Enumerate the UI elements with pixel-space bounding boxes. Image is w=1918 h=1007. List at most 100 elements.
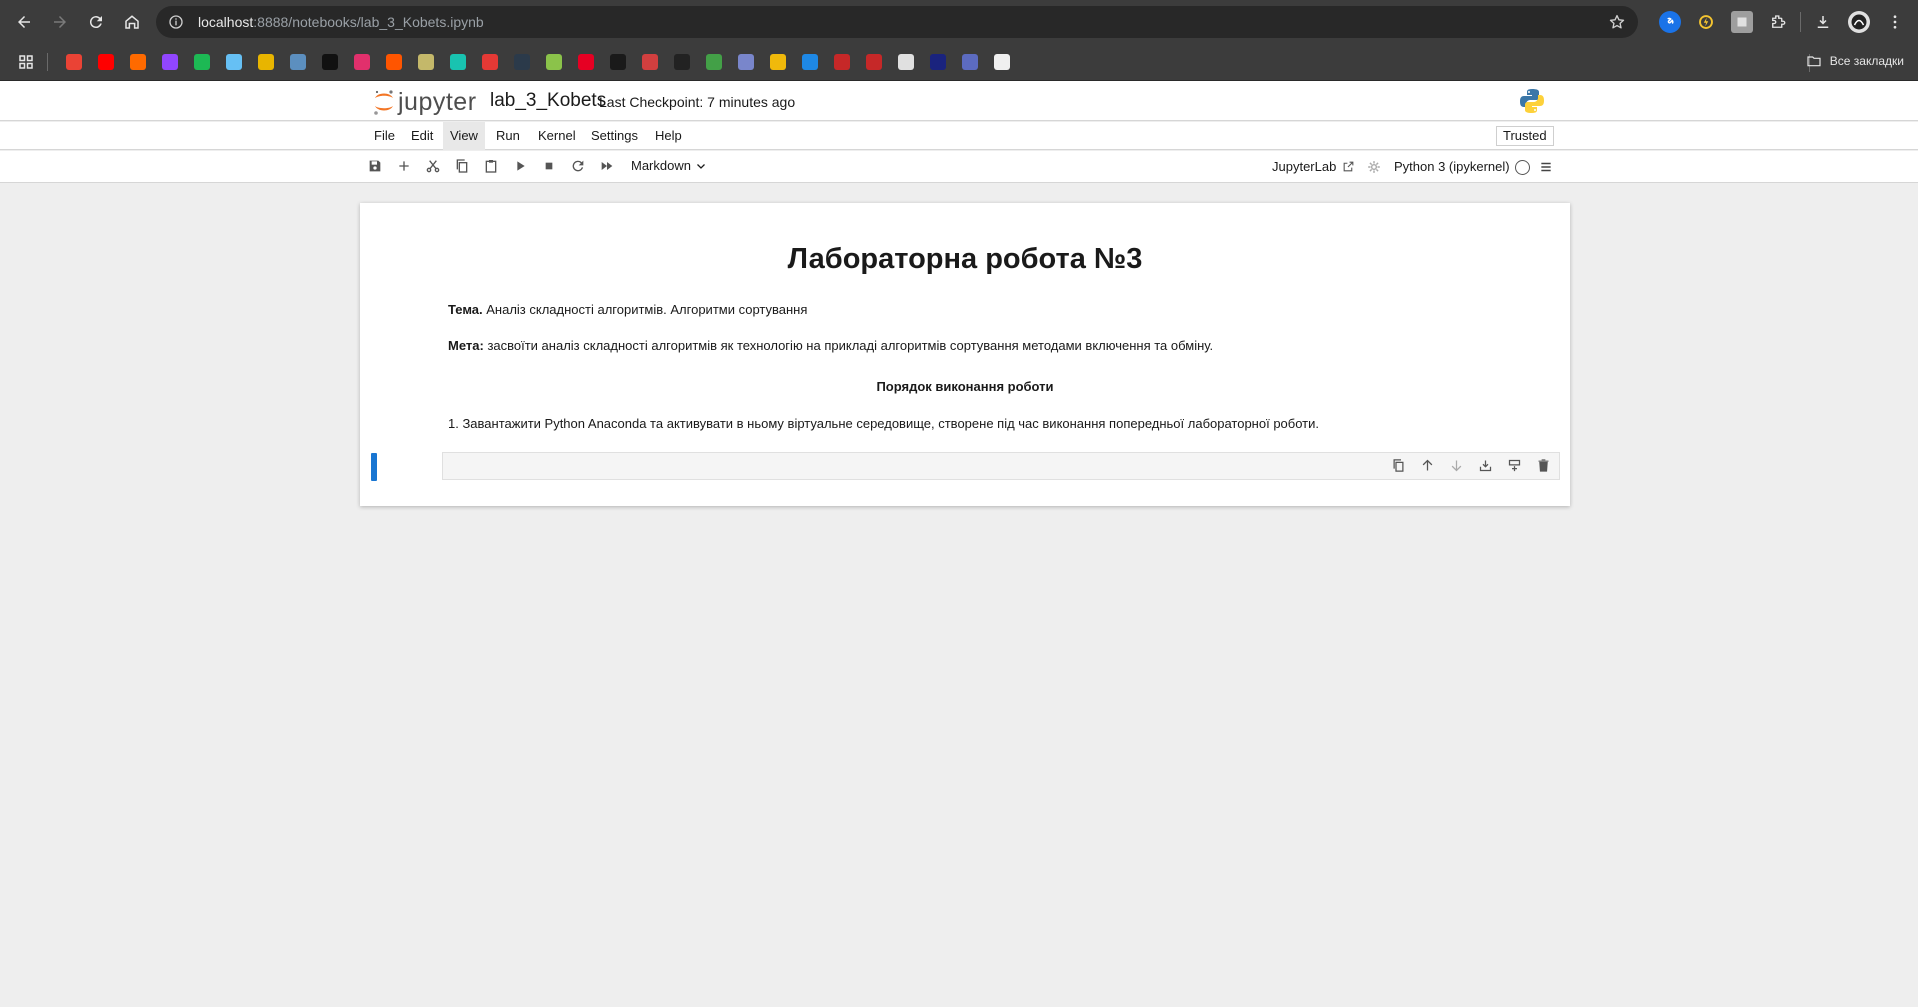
shazam-extension-icon[interactable] [1659, 11, 1681, 33]
back-arrow-icon[interactable] [7, 5, 41, 39]
menu-edit[interactable]: Edit [404, 122, 440, 150]
soundcloud-bookmark-icon[interactable] [386, 54, 402, 70]
cell-type-dropdown[interactable]: Markdown [631, 158, 707, 173]
menu-view[interactable]: View [443, 122, 485, 150]
bookmarks-bar: Все закладки [0, 44, 1918, 81]
pinterest-bookmark-icon[interactable] [578, 54, 594, 70]
bookmark-icon-7[interactable] [258, 54, 274, 70]
cell-type-value: Markdown [631, 158, 691, 173]
apps-grid-icon[interactable] [17, 53, 35, 71]
tiktok-bookmark-icon[interactable] [322, 54, 338, 70]
insert-cell-below-icon[interactable] [1507, 458, 1524, 475]
bookmark-icon-19[interactable] [642, 54, 658, 70]
youtube-bookmark-icon[interactable] [98, 54, 114, 70]
kernel-menu-icon[interactable] [1539, 160, 1553, 174]
add-cell-icon[interactable] [396, 158, 414, 176]
instagram-bookmark-icon[interactable] [354, 54, 370, 70]
spotify-bookmark-icon[interactable] [194, 54, 210, 70]
browser-menu-icon[interactable] [1884, 11, 1906, 33]
external-link-icon [1343, 161, 1354, 172]
move-cell-down-icon[interactable] [1449, 458, 1466, 475]
copy-icon[interactable] [454, 158, 472, 176]
notebook-title[interactable]: lab_3_Kobets [490, 90, 606, 112]
bookmark-icon-16[interactable] [546, 54, 562, 70]
python-kernel-logo-icon [1520, 89, 1544, 113]
bookmark-icon-26[interactable] [866, 54, 882, 70]
bookmark-star-icon[interactable] [1608, 13, 1626, 31]
gmail-bookmark-icon[interactable] [66, 54, 82, 70]
steam-bookmark-icon[interactable] [226, 54, 242, 70]
bookmark-icon-14[interactable] [482, 54, 498, 70]
bookmark-icon-12[interactable] [418, 54, 434, 70]
notebook-toolbar: Markdown JupyterLab Python 3 (ipykernel) [0, 151, 1918, 183]
kernel-status-idle-icon [1515, 160, 1530, 175]
bookmark-icon-22[interactable] [738, 54, 754, 70]
openai-bookmark-icon[interactable] [610, 54, 626, 70]
restart-kernel-icon[interactable] [570, 158, 588, 176]
move-cell-up-icon[interactable] [1420, 458, 1437, 475]
menu-help[interactable]: Help [648, 122, 689, 150]
last-checkpoint: Last Checkpoint: 7 minutes ago [599, 94, 796, 110]
gear-icon[interactable] [1367, 160, 1381, 174]
cell-toolbar [1379, 458, 1553, 475]
download-icon[interactable] [1812, 11, 1834, 33]
interrupt-kernel-icon[interactable] [541, 158, 559, 176]
active-code-cell[interactable] [442, 452, 1560, 480]
jupyter-logo-icon [374, 90, 393, 115]
bookmark-icon-27[interactable] [898, 54, 914, 70]
menu-settings[interactable]: Settings [584, 122, 645, 150]
topic-paragraph: Тема. Аналіз складності алгоритмів. Алго… [448, 302, 807, 317]
url-host: localhost [198, 14, 254, 30]
reload-icon[interactable] [79, 5, 113, 39]
open-jupyterlab-link[interactable]: JupyterLab [1272, 159, 1355, 174]
run-cell-icon[interactable] [512, 158, 530, 176]
cut-icon[interactable] [425, 158, 443, 176]
notebook-header: jupyter lab_3_Kobets Last Checkpoint: 7 … [0, 81, 1918, 121]
bookmark-icon-24[interactable] [802, 54, 818, 70]
kernel-name[interactable]: Python 3 (ipykernel) [1394, 159, 1510, 174]
delete-cell-icon[interactable] [1536, 458, 1553, 475]
bookmark-list [58, 54, 1018, 70]
bookmark-icon-29[interactable] [962, 54, 978, 70]
bookmark-icon-15[interactable] [514, 54, 530, 70]
all-bookmarks-label: Все закладки [1829, 54, 1904, 68]
extensions-puzzle-icon[interactable] [1767, 11, 1789, 33]
bookmark-icon-21[interactable] [706, 54, 722, 70]
folder-icon [1807, 56, 1821, 67]
bookmark-icon-25[interactable] [834, 54, 850, 70]
home-icon[interactable] [115, 5, 149, 39]
chevron-down-icon [697, 163, 705, 169]
extension-icon-3[interactable] [1731, 11, 1753, 33]
insert-cell-above-icon[interactable] [1478, 458, 1495, 475]
bookmark-icon-8[interactable] [290, 54, 306, 70]
menu-kernel[interactable]: Kernel [531, 122, 583, 150]
extension-icon-2[interactable] [1695, 11, 1717, 33]
menu-run[interactable]: Run [489, 122, 527, 150]
menu-file[interactable]: File [367, 122, 402, 150]
trusted-indicator[interactable]: Trusted [1496, 126, 1554, 146]
bookmark-icon-13[interactable] [450, 54, 466, 70]
restart-run-all-icon[interactable] [599, 158, 617, 176]
profile-avatar[interactable] [1848, 11, 1870, 33]
address-bar[interactable]: localhost:8888/notebooks/lab_3_Kobets.ip… [156, 6, 1638, 38]
jupyter-logo[interactable]: jupyter [372, 87, 477, 117]
notebook-panel: Лабораторна робота №3 Тема. Аналіз склад… [360, 203, 1570, 506]
browser-toolbar: localhost:8888/notebooks/lab_3_Kobets.ip… [0, 0, 1918, 44]
paste-icon[interactable] [483, 158, 501, 176]
all-bookmarks-folder[interactable]: Все закладки [1806, 53, 1904, 69]
forward-arrow-icon[interactable] [43, 5, 77, 39]
step-1-text: 1. Завантажити Python Anaconda та активу… [448, 416, 1319, 431]
jupyterlab-label: JupyterLab [1272, 159, 1337, 174]
binance-bookmark-icon[interactable] [770, 54, 786, 70]
save-icon[interactable] [367, 158, 385, 176]
jupyter-wordmark: jupyter [398, 87, 477, 116]
bookmarks-separator [47, 53, 48, 71]
duplicate-cell-icon[interactable] [1391, 458, 1408, 475]
active-cell-marker [371, 453, 377, 481]
site-info-icon[interactable] [168, 14, 184, 30]
github-bookmark-icon[interactable] [994, 54, 1010, 70]
bookmark-icon-3[interactable] [130, 54, 146, 70]
twitch-bookmark-icon[interactable] [162, 54, 178, 70]
bookmark-icon-28[interactable] [930, 54, 946, 70]
bookmark-icon-20[interactable] [674, 54, 690, 70]
